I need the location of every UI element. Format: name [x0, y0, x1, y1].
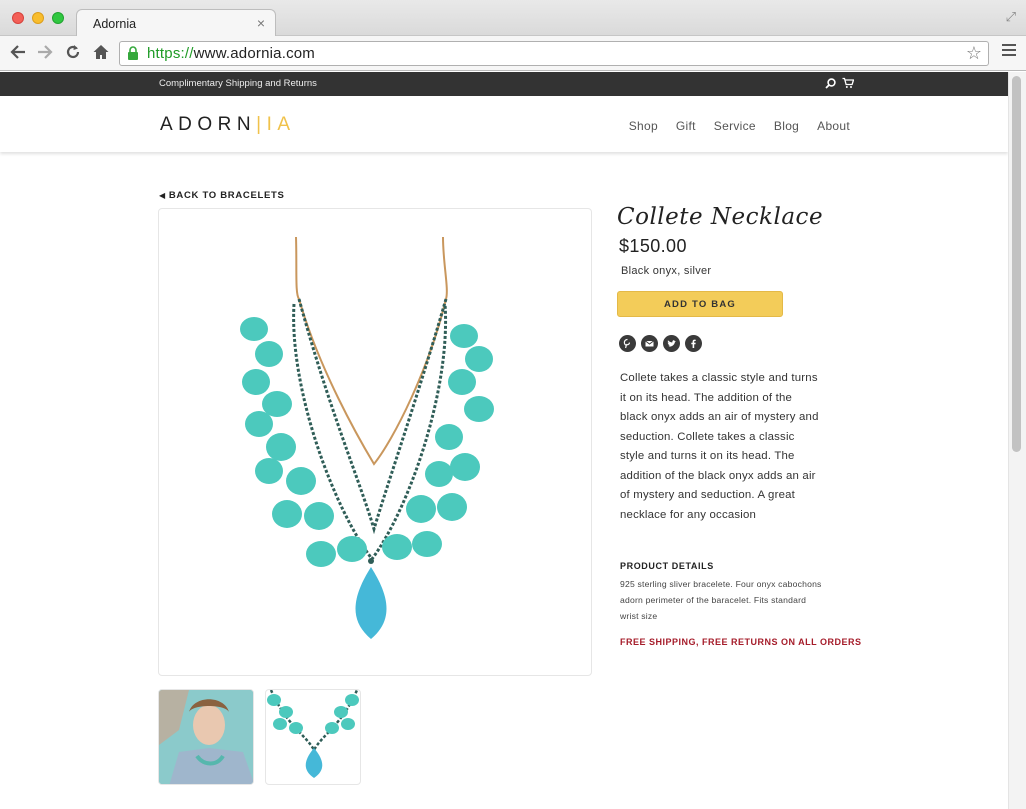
- zoom-window-button[interactable]: [52, 12, 64, 24]
- back-arrow-icon[interactable]: [9, 43, 27, 65]
- shipping-note: FREE SHIPPING, FREE RETURNS ON ALL ORDER…: [620, 637, 862, 647]
- browser-toolbar: https://www.adornia.com ☆: [0, 36, 1026, 71]
- site-logo[interactable]: ADORN|IA: [160, 114, 296, 136]
- logo-accent: |IA: [256, 114, 296, 135]
- forward-arrow-icon[interactable]: [36, 43, 54, 65]
- necklace-illustration: [240, 236, 494, 639]
- product-title: Collete Necklace: [617, 204, 824, 230]
- thumbnail-model[interactable]: [158, 689, 254, 785]
- product-details-heading: PRODUCT DETAILS: [620, 561, 714, 571]
- product-material: Black onyx, silver: [621, 265, 712, 277]
- promo-text: Complimentary Shipping and Returns: [159, 78, 317, 89]
- lock-icon: [128, 46, 138, 60]
- close-window-button[interactable]: [12, 12, 24, 24]
- site-header: ADORN|IA Shop Gift Service Blog About: [0, 96, 1008, 152]
- nav-service[interactable]: Service: [714, 119, 756, 133]
- social-share: [619, 335, 702, 352]
- reload-icon[interactable]: [64, 43, 82, 65]
- tab-close-icon[interactable]: ×: [257, 15, 265, 31]
- facebook-icon[interactable]: [685, 335, 702, 352]
- address-bar[interactable]: https://www.adornia.com ☆: [119, 41, 989, 66]
- product-price: $150.00: [619, 236, 687, 256]
- nav-blog[interactable]: Blog: [774, 119, 799, 133]
- email-icon[interactable]: [641, 335, 658, 352]
- cart-icon[interactable]: [842, 77, 854, 89]
- browser-menu-icon[interactable]: [1002, 44, 1016, 59]
- tab-title: Adornia: [93, 17, 137, 31]
- back-to-bracelets-link[interactable]: ◀ BACK TO BRACELETS: [159, 190, 285, 201]
- promo-bar: Complimentary Shipping and Returns: [0, 72, 1008, 96]
- search-icon[interactable]: [825, 78, 836, 89]
- nav-gift[interactable]: Gift: [676, 119, 696, 133]
- home-icon[interactable]: [92, 43, 110, 65]
- url-text: https://www.adornia.com: [147, 45, 316, 62]
- product-description: Collete takes a classic style and turns …: [620, 372, 819, 521]
- browser-tab[interactable]: Adornia ×: [76, 9, 276, 37]
- product-details-body: 925 sterling sliver bracelete. Four onyx…: [620, 579, 822, 621]
- fullscreen-icon[interactable]: ⤢: [1006, 9, 1016, 25]
- add-to-bag-button[interactable]: ADD TO BAG: [617, 291, 783, 317]
- browser-titlebar: Adornia × ⤢: [0, 0, 1026, 37]
- main-nav: Shop Gift Service Blog About: [611, 119, 850, 133]
- scrollbar-thumb[interactable]: [1012, 76, 1021, 452]
- minimize-window-button[interactable]: [32, 12, 44, 24]
- pinterest-icon[interactable]: [619, 335, 636, 352]
- product-main-image[interactable]: [158, 208, 592, 676]
- twitter-icon[interactable]: [663, 335, 680, 352]
- bookmark-star-icon[interactable]: ☆: [966, 43, 982, 64]
- thumbnail-necklace[interactable]: [265, 689, 361, 785]
- nav-about[interactable]: About: [817, 119, 850, 133]
- nav-shop[interactable]: Shop: [629, 119, 658, 133]
- back-triangle-icon: ◀: [159, 191, 166, 200]
